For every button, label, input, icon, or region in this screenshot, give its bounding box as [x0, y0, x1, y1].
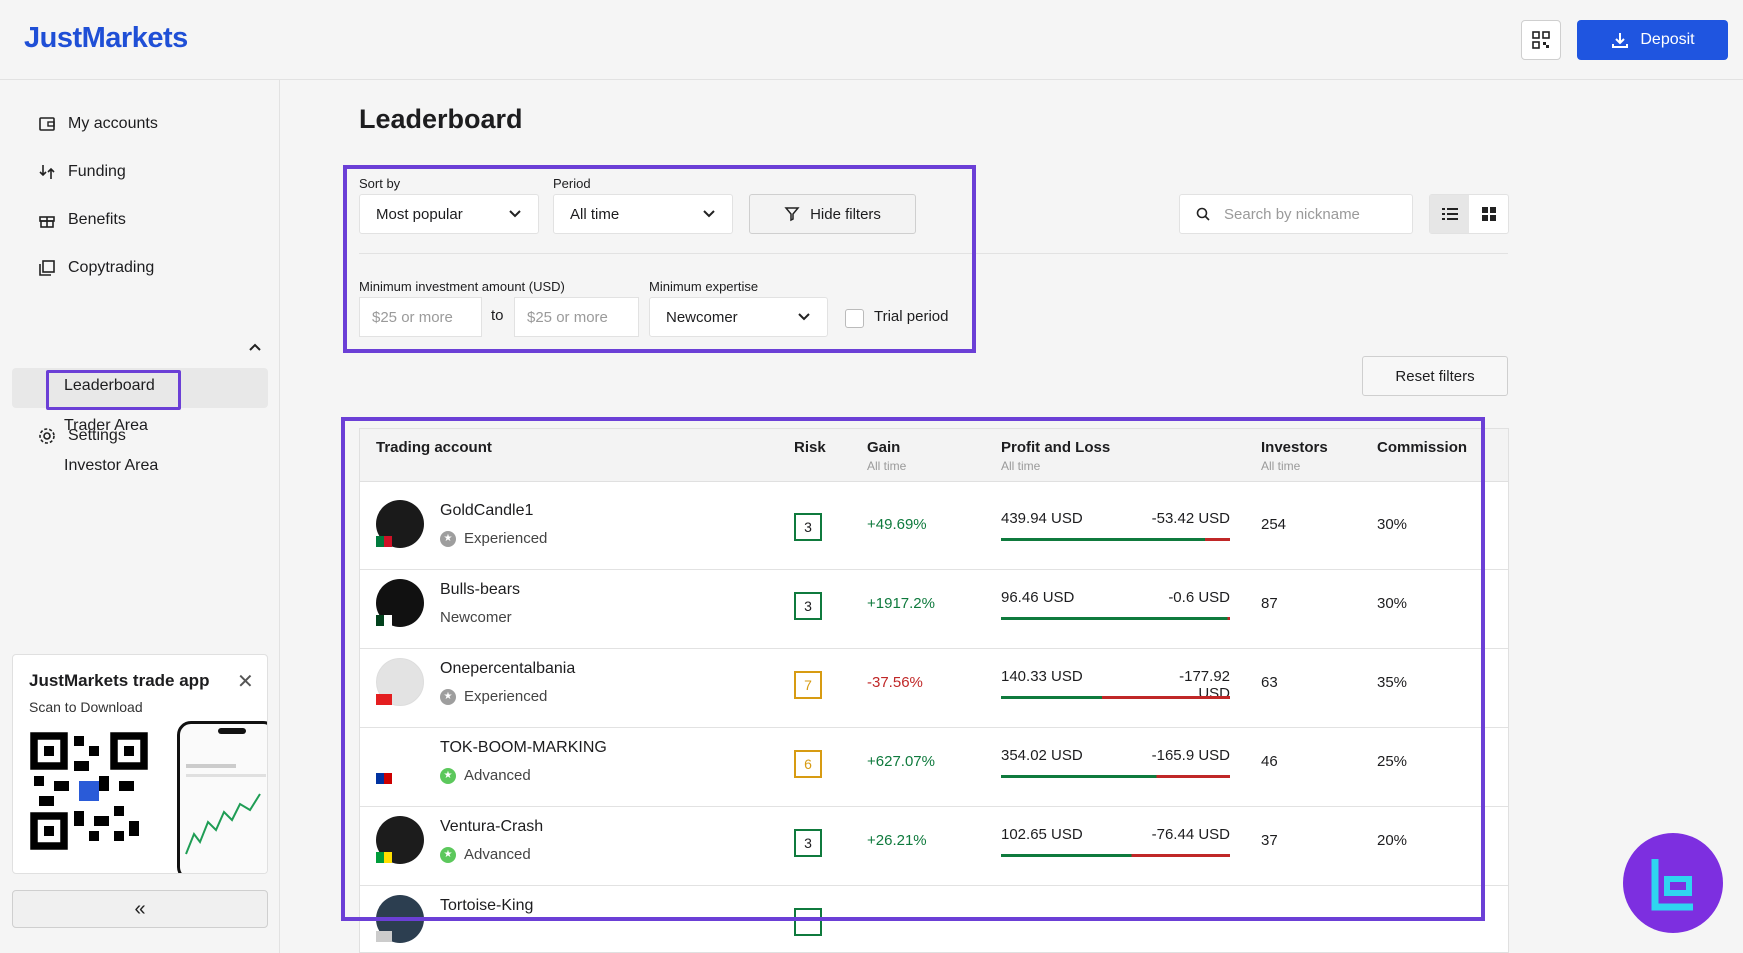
highlight-box [343, 165, 976, 353]
highlight-box [341, 417, 1485, 921]
deposit-label: Deposit [1640, 31, 1695, 48]
gift-icon [39, 216, 55, 228]
sidebar-item-label: Benefits [68, 211, 126, 228]
chevron-up-icon[interactable] [248, 342, 262, 352]
search-input[interactable]: Search by nickname [1179, 194, 1413, 234]
watermark-logo [1623, 833, 1723, 933]
download-icon [1612, 33, 1629, 48]
country-flag-icon [376, 931, 392, 942]
sidebar-item-my-accounts[interactable]: My accounts [38, 112, 158, 136]
qr-code-image [29, 731, 149, 851]
gear-icon [39, 428, 55, 444]
sidebar-item-settings[interactable]: Settings [38, 424, 126, 448]
sidebar-item-label: Settings [68, 427, 126, 444]
highlight-box [46, 370, 181, 410]
sidebar-item-funding[interactable]: Funding [38, 160, 126, 184]
sidebar-item-label: Copytrading [68, 259, 155, 276]
sidebar-item-copytrading[interactable]: Copytrading [38, 256, 154, 280]
qr-code-button[interactable] [1521, 20, 1561, 60]
copy-icon [39, 260, 55, 276]
search-icon [1196, 207, 1210, 221]
search-placeholder: Search by nickname [1224, 205, 1360, 223]
phone-illustration [177, 721, 267, 873]
sidebar: My accounts Funding Benefits Copytrading… [0, 80, 280, 953]
sidebar-item-label: My accounts [68, 115, 158, 132]
sidebar-item-benefits[interactable]: Benefits [38, 208, 126, 232]
app-card-title: JustMarkets trade app [29, 671, 210, 690]
sidebar-item-label: Funding [68, 163, 126, 180]
logo[interactable]: JustMarkets [24, 22, 188, 55]
grid-view-button[interactable] [1469, 195, 1508, 233]
close-icon[interactable]: ✕ [237, 669, 254, 694]
app-card-subtitle: Scan to Download [29, 699, 143, 715]
list-view-button[interactable] [1430, 195, 1469, 233]
collapse-sidebar-button[interactable]: « [12, 890, 268, 928]
brand-mark-icon [1651, 859, 1693, 911]
view-toggle [1429, 194, 1509, 234]
trade-app-card: JustMarkets trade app Scan to Download ✕ [12, 654, 268, 874]
deposit-button[interactable]: Deposit [1577, 20, 1728, 60]
reset-filters-button[interactable]: Reset filters [1362, 356, 1508, 396]
sidebar-subitem-investor-area[interactable]: Investor Area [64, 457, 158, 475]
qr-icon [1532, 31, 1550, 49]
grid-icon [1481, 207, 1496, 221]
top-bar: JustMarkets Deposit [0, 0, 1743, 80]
page-title: Leaderboard [359, 104, 523, 134]
wallet-icon [39, 117, 55, 131]
transfer-icon [39, 165, 55, 179]
list-icon [1441, 208, 1458, 220]
